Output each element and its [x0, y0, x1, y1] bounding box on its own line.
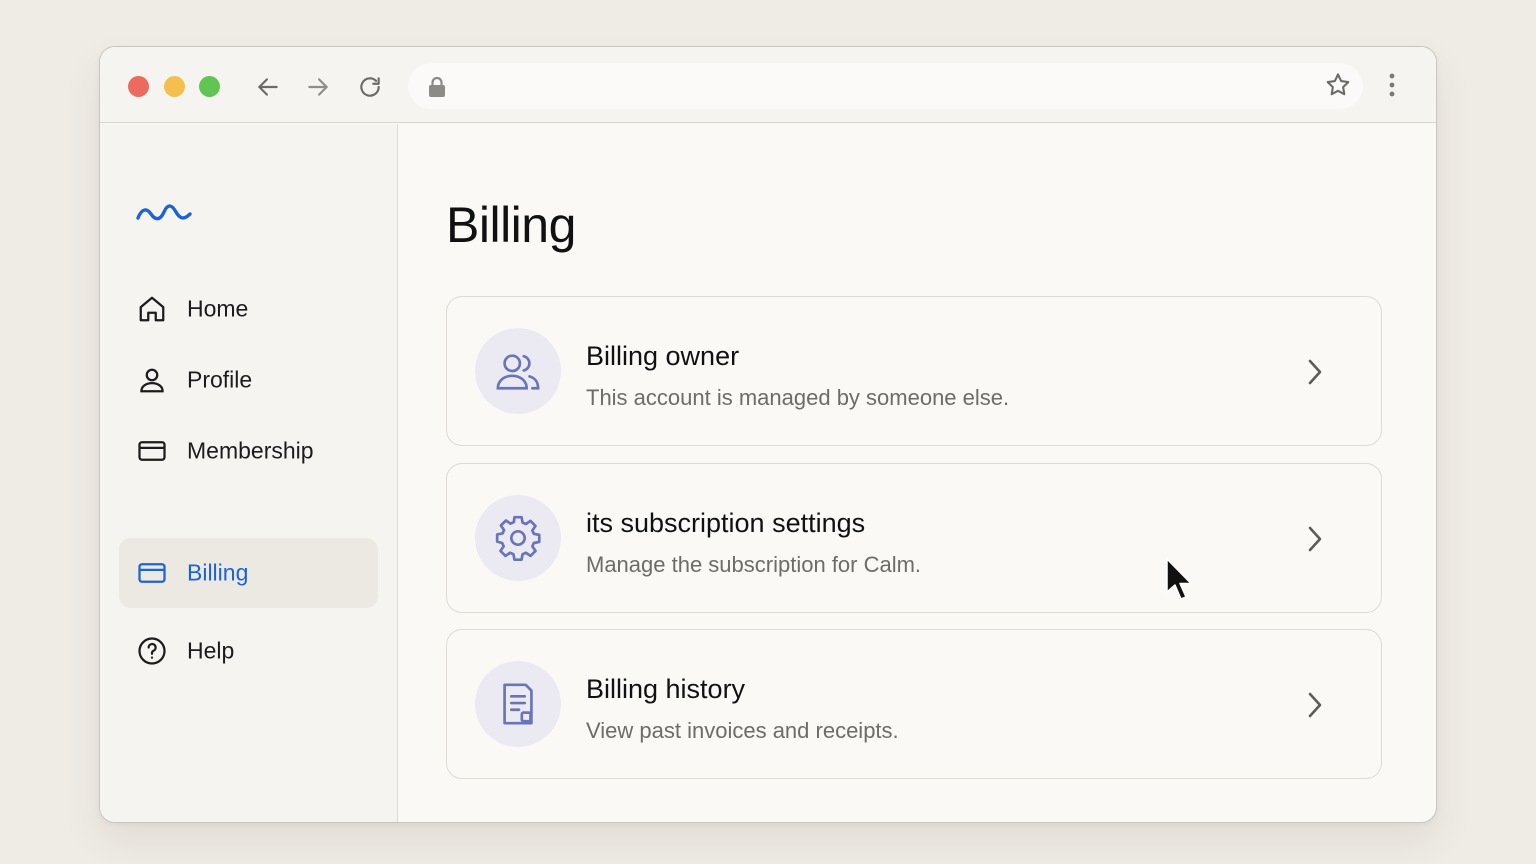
wave-logo-icon[interactable]	[136, 202, 192, 224]
main-content: Billing Billing owner This account is ma…	[399, 124, 1436, 822]
sidebar-item-label: Help	[187, 637, 235, 664]
billing-history-card[interactable]: Billing history View past invoices and r…	[446, 629, 1382, 779]
page-title: Billing	[446, 197, 576, 253]
card-icon	[137, 558, 167, 588]
forward-button[interactable]	[302, 71, 334, 103]
help-circle-icon	[137, 636, 167, 666]
home-icon	[137, 294, 167, 324]
card-title: its subscription settings	[586, 508, 866, 538]
chevron-right-icon	[1308, 526, 1322, 552]
minimize-window-button[interactable]	[164, 76, 185, 97]
chevron-right-icon	[1308, 359, 1322, 385]
subscription-settings-card[interactable]: its subscription settings Manage the sub…	[446, 463, 1382, 613]
sidebar-item-label: Membership	[187, 437, 314, 464]
arrow-right-icon	[308, 78, 328, 96]
sidebar-item-label: Home	[187, 295, 249, 322]
card-subtitle: View past invoices and receipts.	[586, 718, 899, 743]
card-subtitle: Manage the subscription for Calm.	[586, 552, 922, 577]
sidebar-item-profile[interactable]: Profile	[119, 345, 378, 415]
address-bar[interactable]	[408, 63, 1363, 109]
lock-icon	[429, 76, 445, 97]
reload-icon	[360, 77, 380, 97]
close-window-button[interactable]	[128, 76, 149, 97]
sidebar-item-home[interactable]: Home	[119, 274, 378, 344]
card-subtitle: This account is managed by someone else.	[586, 385, 1010, 410]
sidebar-item-help[interactable]: Help	[119, 616, 378, 686]
more-options-icon[interactable]	[1389, 73, 1395, 97]
card-title: Billing history	[586, 674, 746, 704]
browser-window: Home Profile Membership Billing Help Bil…	[99, 46, 1437, 823]
browser-toolbar	[100, 47, 1436, 123]
billing-owner-card[interactable]: Billing owner This account is managed by…	[446, 296, 1382, 446]
reload-button[interactable]	[354, 71, 386, 103]
bookmark-star-icon[interactable]	[1324, 71, 1352, 99]
sidebar-item-label: Billing	[187, 559, 249, 586]
maximize-window-button[interactable]	[199, 76, 220, 97]
sidebar-item-billing[interactable]: Billing	[119, 538, 378, 608]
document-icon	[475, 661, 561, 747]
gear-icon	[475, 495, 561, 581]
arrow-left-icon	[258, 78, 278, 96]
chevron-right-icon	[1308, 692, 1322, 718]
back-button[interactable]	[252, 71, 284, 103]
sidebar: Home Profile Membership Billing Help	[100, 124, 398, 822]
users-icon	[475, 328, 561, 414]
user-icon	[137, 365, 167, 395]
sidebar-item-label: Profile	[187, 366, 253, 393]
card-title: Billing owner	[586, 341, 740, 371]
card-icon	[137, 436, 167, 466]
sidebar-item-membership[interactable]: Membership	[119, 416, 378, 486]
mouse-cursor-icon	[1166, 558, 1192, 600]
